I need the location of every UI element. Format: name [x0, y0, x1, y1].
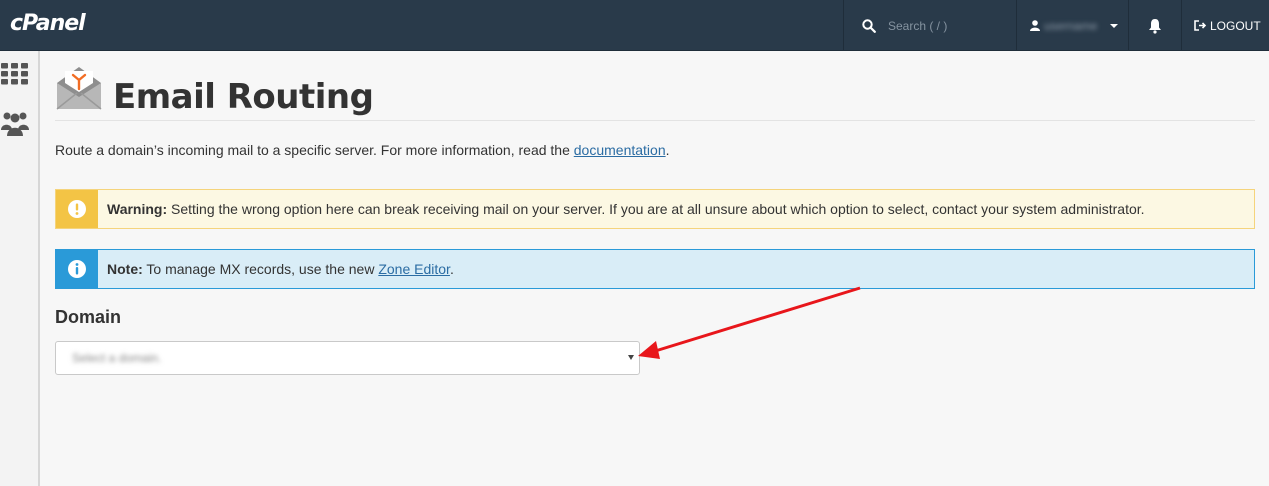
note-alert: Note: To manage MX records, use the new … — [55, 249, 1255, 289]
domain-label: Domain — [55, 307, 122, 327]
warning-alert: Warning: Setting the wrong option here c… — [55, 189, 1255, 229]
search-input[interactable] — [888, 18, 1008, 33]
username-label: username — [1044, 18, 1098, 33]
note-suffix: . — [449, 261, 454, 277]
domain-select[interactable]: Select a domain. — [55, 341, 640, 375]
user-menu[interactable]: username — [1016, 0, 1128, 51]
exclamation-icon — [68, 200, 86, 218]
info-badge — [56, 250, 98, 288]
select-arrow-icon — [628, 355, 634, 360]
page-description: Route a domain’s incoming mail to a spec… — [55, 142, 670, 158]
warning-message: Warning: Setting the wrong option here c… — [98, 201, 1145, 217]
note-label: Note: — [107, 261, 143, 277]
user-icon — [1030, 20, 1040, 31]
note-message: Note: To manage MX records, use the new … — [98, 261, 454, 277]
search-box[interactable] — [843, 0, 1016, 51]
warning-badge — [56, 190, 98, 228]
page-header: Email Routing — [55, 63, 1255, 121]
notifications-button[interactable] — [1128, 0, 1181, 51]
top-navbar: cPanel username LOGOUT — [0, 0, 1269, 51]
documentation-link[interactable]: documentation — [574, 142, 666, 158]
warning-text: Setting the wrong option here can break … — [167, 201, 1145, 217]
cpanel-logo[interactable]: cPanel — [10, 11, 86, 36]
description-text: Route a domain’s incoming mail to a spec… — [55, 142, 574, 158]
chevron-down-icon — [1110, 23, 1118, 28]
sidebar — [0, 51, 40, 486]
note-text: To manage MX records, use the new — [142, 261, 379, 277]
search-icon — [862, 18, 876, 33]
logout-button[interactable]: LOGOUT — [1181, 0, 1269, 51]
logout-label: LOGOUT — [1210, 18, 1261, 33]
domain-select-placeholder: Select a domain. — [72, 351, 162, 365]
users-icon[interactable] — [0, 108, 30, 143]
grid-icon[interactable] — [1, 63, 29, 90]
page-title: Email Routing — [113, 77, 374, 117]
info-icon — [68, 260, 86, 278]
zone-editor-link[interactable]: Zone Editor — [378, 261, 450, 277]
description-suffix: . — [665, 142, 670, 158]
bell-icon — [1149, 18, 1161, 34]
warning-label: Warning: — [107, 201, 168, 217]
email-routing-icon — [56, 67, 102, 110]
logout-icon — [1194, 20, 1207, 31]
